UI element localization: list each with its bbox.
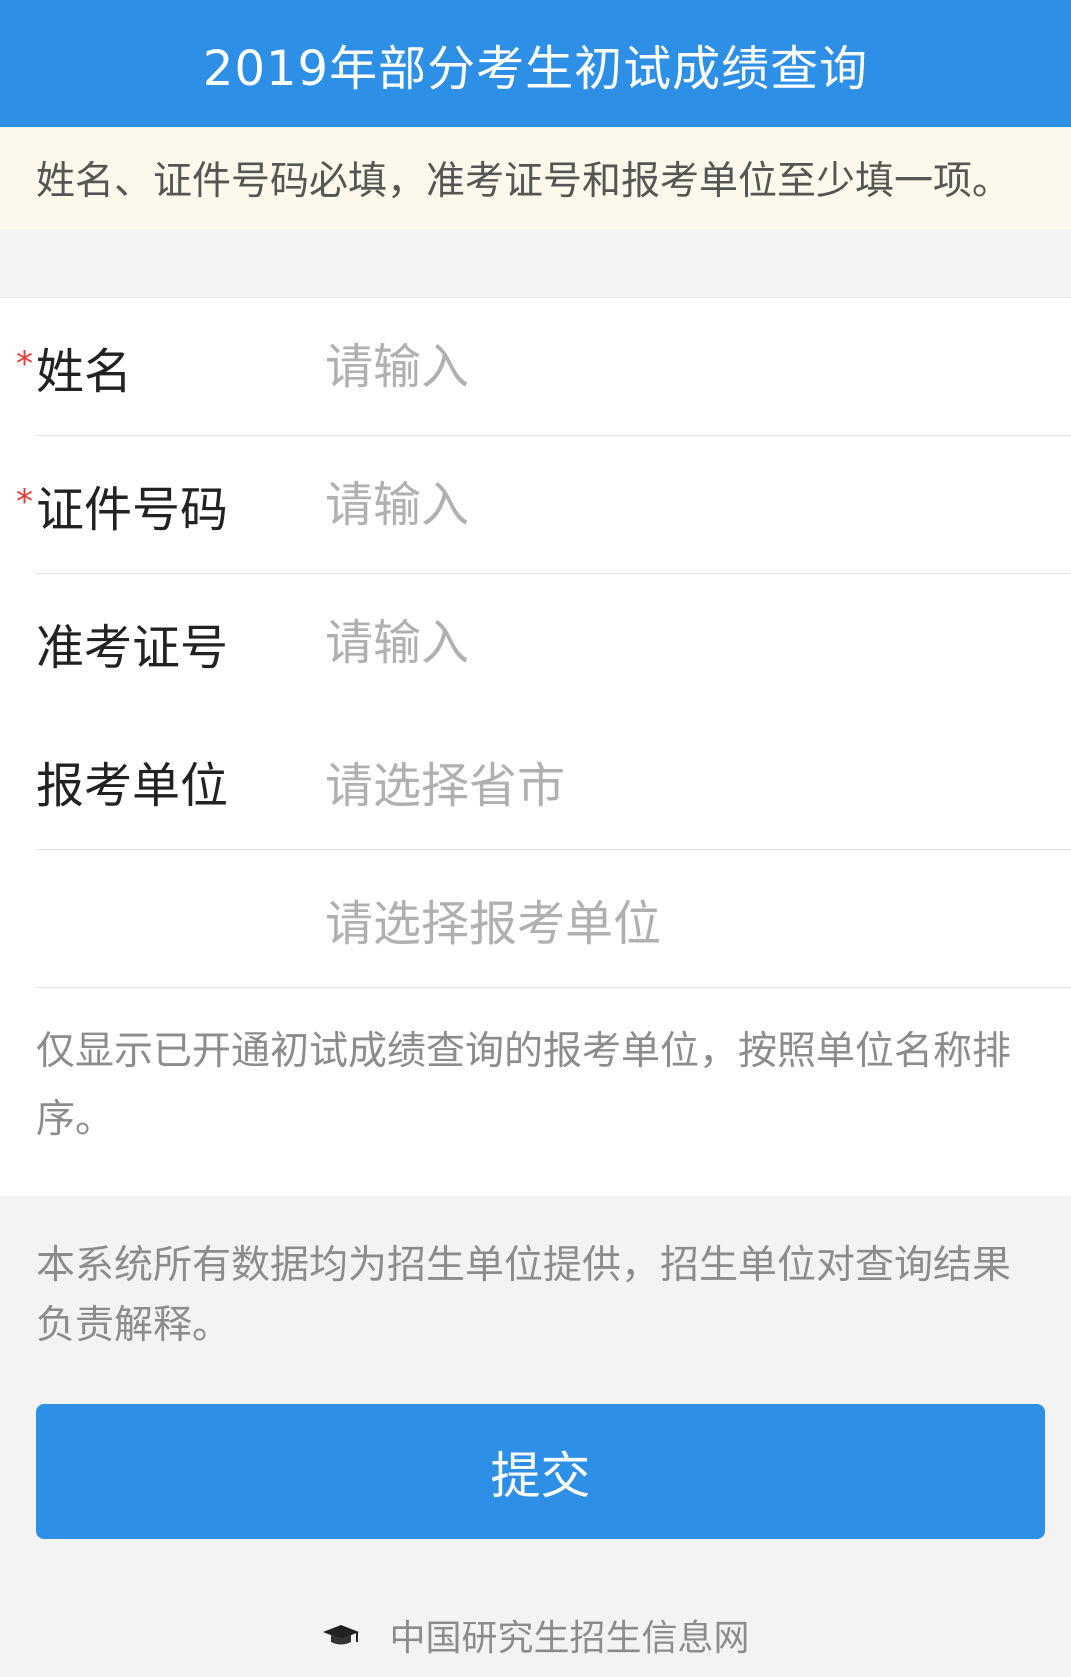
query-form: * 姓名 * 证件号码 准考证号 报考单位 请选择省市 请选择报考单位 仅显示已… [0, 298, 1071, 1196]
id-number-label: 证件号码 [36, 482, 229, 538]
unit-hint: 仅显示已开通初试成绩查询的报考单位，按照单位名称排序。 [0, 988, 1071, 1196]
notice-text: 姓名、证件号码必填，准考证号和报考单位至少填一项。 [36, 159, 1012, 204]
name-input[interactable] [325, 339, 1051, 395]
id-number-input[interactable] [325, 477, 1051, 533]
page-title: 2019年部分考生初试成绩查询 [202, 40, 869, 97]
required-marker: * [16, 344, 33, 384]
footer-text: 中国研究生招生信息网 [389, 1618, 750, 1659]
section-gap [0, 229, 1071, 298]
ticket-number-label: 准考证号 [36, 620, 229, 676]
province-select[interactable]: 请选择省市 [325, 746, 565, 816]
graduation-cap-icon [323, 1625, 360, 1645]
unit-select-row: 请选择报考单位 [0, 850, 1071, 988]
name-row: * 姓名 [0, 298, 1071, 436]
unit-province-row: 报考单位 请选择省市 [0, 712, 1071, 850]
disclaimer-text: 本系统所有数据均为招生单位提供，招生单位对查询结果负责解释。 [36, 1243, 1012, 1348]
unit-select[interactable]: 请选择报考单位 [325, 884, 661, 954]
notice-banner: 姓名、证件号码必填，准考证号和报考单位至少填一项。 [0, 127, 1071, 229]
unit-label: 报考单位 [36, 758, 229, 814]
footer: 中国研究生招生信息网 [0, 1600, 1071, 1670]
required-marker: * [16, 482, 33, 522]
page-header: 2019年部分考生初试成绩查询 [0, 0, 1071, 127]
ticket-number-row: 准考证号 [0, 574, 1071, 712]
unit-hint-text: 仅显示已开通初试成绩查询的报考单位，按照单位名称排序。 [36, 1029, 1012, 1142]
disclaimer: 本系统所有数据均为招生单位提供，招生单位对查询结果负责解释。 [0, 1196, 1071, 1404]
name-label: 姓名 [36, 344, 133, 400]
submit-button[interactable]: 提交 [36, 1404, 1045, 1539]
ticket-number-input[interactable] [325, 615, 1051, 671]
id-number-row: * 证件号码 [0, 436, 1071, 574]
